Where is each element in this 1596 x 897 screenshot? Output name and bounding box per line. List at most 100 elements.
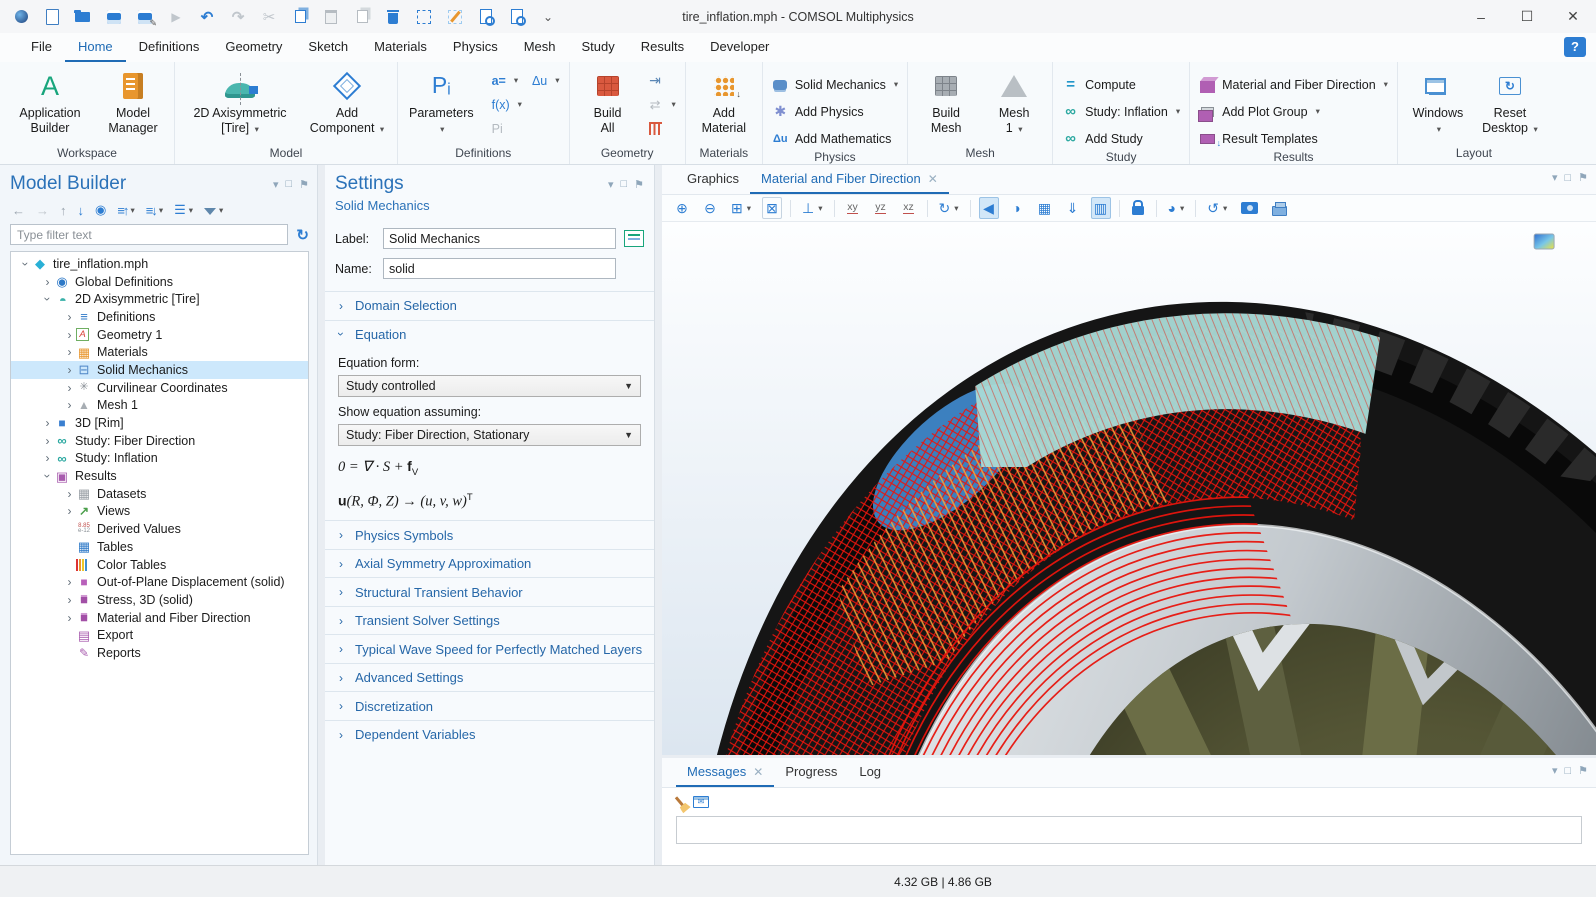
insert-sequence-button[interactable]: ⇥ — [644, 70, 679, 91]
tree-item-materials[interactable]: ›Materials — [11, 343, 308, 361]
tree-item-datasets[interactable]: ›Datasets — [11, 485, 308, 503]
view-orientation-icon[interactable]: ⊥▾ — [799, 197, 825, 219]
tree-item-global-definitions[interactable]: ›Global Definitions — [11, 273, 308, 291]
close-icon[interactable]: ✕ — [753, 765, 763, 779]
tree-view-icon[interactable] — [174, 202, 186, 218]
duplicate-icon[interactable] — [353, 8, 371, 26]
expand-all-icon[interactable] — [117, 203, 127, 218]
chevron-icon[interactable]: › — [63, 311, 76, 323]
move-up-icon[interactable] — [60, 203, 67, 218]
maximize-button[interactable]: ☐ — [1504, 0, 1550, 33]
view-xz-button[interactable]: xz — [899, 197, 919, 219]
clear-selection-icon[interactable] — [446, 8, 464, 26]
menu-tab-file[interactable]: File — [18, 33, 65, 62]
menu-tab-home[interactable]: Home — [65, 33, 126, 62]
tree-item-study-inflation[interactable]: ›Study: Inflation — [11, 450, 308, 468]
scene-light-icon[interactable]: ◑ — [1007, 197, 1027, 219]
zoom-in-icon[interactable]: ⊕ — [672, 197, 692, 219]
chevron-down-icon[interactable]: ▾ — [130, 205, 134, 216]
chevron-icon[interactable]: › — [41, 452, 54, 464]
material-and-fiber-direction-dropdown[interactable]: Material and Fiber Direction▾ — [1196, 74, 1391, 95]
chevron-icon[interactable]: › — [41, 276, 54, 288]
chevron-icon[interactable]: › — [63, 364, 76, 376]
chevron-down-icon[interactable]: ▾ — [1552, 764, 1558, 777]
find-replace-icon[interactable] — [508, 8, 526, 26]
chevron-icon[interactable]: › — [41, 417, 54, 429]
snapshot-icon[interactable] — [1238, 197, 1261, 219]
tree-item-study-fiber-direction[interactable]: ›Study: Fiber Direction — [11, 432, 308, 450]
tree-item-tables[interactable]: Tables — [11, 538, 308, 556]
add-component-button[interactable]: Add Component ▾ — [303, 66, 391, 139]
tree-filter-input[interactable] — [10, 224, 288, 245]
chevron-icon[interactable]: › — [63, 346, 76, 358]
refresh-icon[interactable]: ↻ — [296, 226, 309, 244]
functions-button[interactable]: f(x)▾ — [489, 94, 525, 115]
pin-icon[interactable]: ⚑ — [1578, 171, 1588, 184]
detach-icon[interactable]: □ — [285, 178, 292, 190]
update-icon[interactable]: ↺▾ — [1204, 197, 1230, 219]
redo-icon[interactable] — [229, 8, 247, 26]
menu-tab-physics[interactable]: Physics — [440, 33, 511, 62]
chevron-down-icon[interactable]: ▾ — [219, 205, 223, 216]
new-file-icon[interactable] — [43, 8, 61, 26]
menu-tab-geometry[interactable]: Geometry — [212, 33, 295, 62]
rebuild-button[interactable]: ⇄▾ — [644, 94, 679, 115]
detach-icon[interactable]: □ — [1564, 765, 1571, 777]
color-legend-icon[interactable]: ▥ — [1091, 197, 1111, 219]
build-mesh-button[interactable]: Build Mesh — [914, 66, 978, 139]
forward-icon[interactable] — [36, 203, 49, 218]
tree-item-out-of-plane-displacement-solid[interactable]: ›Out-of-Plane Displacement (solid) — [11, 573, 308, 591]
chevron-down-icon[interactable]: ▾ — [1552, 171, 1558, 184]
chevron-icon[interactable]: › — [63, 505, 76, 517]
name-input[interactable] — [383, 258, 616, 279]
chevron-down-icon[interactable]: ▾ — [189, 205, 193, 216]
run-icon[interactable] — [167, 8, 185, 26]
close-icon[interactable]: ✕ — [928, 172, 938, 186]
filter-icon[interactable] — [204, 203, 216, 218]
chevron-icon[interactable]: › — [63, 594, 76, 606]
delete-sequence-button[interactable] — [644, 118, 679, 139]
result-templates-button[interactable]: Result Templates — [1196, 128, 1391, 149]
section-discretization[interactable]: ›Discretization — [325, 691, 654, 720]
application-builder-button[interactable]: A Application Builder — [6, 66, 94, 139]
messages-tab-log[interactable]: Log — [848, 758, 892, 787]
chevron-down-icon[interactable]: ▾ — [608, 178, 614, 191]
add-material-button[interactable]: Add Material — [692, 66, 756, 139]
compute-button[interactable]: =Compute — [1059, 74, 1183, 95]
add-mathematics-button[interactable]: ΔuAdd Mathematics — [769, 128, 901, 149]
open-log-table-icon[interactable]: ✉ — [693, 796, 709, 808]
chevron-icon[interactable]: › — [42, 293, 54, 306]
section-equation[interactable]: › Equation — [325, 320, 654, 349]
section-domain-selection[interactable]: › Domain Selection — [325, 291, 654, 320]
view-cube-icon[interactable] — [1534, 234, 1554, 249]
grid-icon[interactable]: ▦ — [1035, 197, 1055, 219]
graphics-tab-graphics[interactable]: Graphics — [676, 165, 750, 194]
appearance-icon[interactable]: ◕▾ — [1165, 197, 1188, 219]
minimize-button[interactable]: – — [1458, 0, 1504, 33]
detach-icon[interactable]: □ — [1564, 172, 1571, 184]
back-icon[interactable] — [12, 203, 25, 218]
help-button[interactable]: ? — [1564, 37, 1586, 57]
parameters-button[interactable]: Pᵢ Parameters▾ — [404, 66, 479, 139]
tree-item-material-and-fiber-direction[interactable]: ›Material and Fiber Direction — [11, 609, 308, 627]
undo-icon[interactable] — [198, 8, 216, 26]
paste-icon[interactable] — [322, 8, 340, 26]
add-plot-group-button[interactable]: Add Plot Group▾ — [1196, 101, 1391, 122]
zoom-extents-icon[interactable]: ⊠ — [762, 197, 782, 219]
tree-item-export[interactable]: Export — [11, 626, 308, 644]
lock-icon[interactable] — [1128, 197, 1148, 219]
model-manager-button[interactable]: Model Manager — [98, 66, 168, 139]
menu-tab-developer[interactable]: Developer — [697, 33, 782, 62]
pin-icon[interactable]: ⚑ — [1578, 764, 1588, 777]
tree-item-results[interactable]: ›Results — [11, 467, 308, 485]
copy-icon[interactable] — [291, 8, 309, 26]
messages-tab-progress[interactable]: Progress — [774, 758, 848, 787]
rotate-icon[interactable]: ↻▾ — [936, 197, 962, 219]
tree-item-2d-axisymmetric-tire[interactable]: ›2D Axisymmetric [Tire] — [11, 290, 308, 308]
menu-tab-sketch[interactable]: Sketch — [295, 33, 361, 62]
add-physics-button[interactable]: ✱Add Physics — [769, 101, 901, 122]
rename-icon[interactable] — [624, 230, 644, 247]
update-solution-button[interactable]: Δu▾ — [529, 70, 563, 91]
chevron-icon[interactable]: › — [42, 470, 54, 483]
label-input[interactable] — [383, 228, 616, 249]
